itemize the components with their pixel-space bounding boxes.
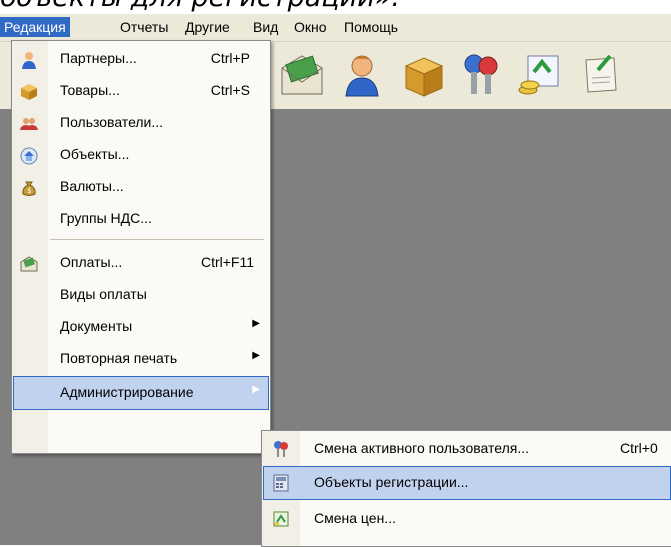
users-icon [20, 115, 38, 133]
coins-icon[interactable] [516, 50, 564, 100]
menu-item-currencies[interactable]: $ Валюты... [14, 171, 268, 203]
menu-bar: Редакция Отчеты Другие Вид Окно Помощь [0, 14, 671, 42]
submenu-arrow-icon: ▶ [252, 384, 260, 395]
price-change-icon [272, 510, 290, 528]
keys-icon[interactable] [456, 50, 504, 100]
menu-item-label: Администрирование [60, 384, 194, 400]
keys-icon [272, 440, 290, 458]
submenu-item-label: Смена цен... [314, 510, 396, 526]
submenu-item-price-change[interactable]: Смена цен... [264, 503, 670, 535]
menu-item-users[interactable]: Пользователи... [14, 107, 268, 139]
scroll-icon[interactable] [576, 50, 624, 100]
menu-item-administration[interactable]: Администрирование ▶ [13, 376, 269, 410]
menu-view[interactable]: Вид [249, 17, 282, 37]
menu-item-payments[interactable]: Оплаты... Ctrl+F11 [14, 247, 268, 279]
menu-item-shortcut: Ctrl+F11 [200, 254, 254, 270]
box-icon [20, 83, 38, 101]
submenu-arrow-icon: ▶ [252, 318, 260, 329]
menu-item-label: Документы [60, 318, 133, 334]
menu-separator [50, 239, 264, 240]
menu-reports[interactable]: Отчеты [116, 17, 172, 37]
menu-item-label: Виды оплаты [60, 286, 147, 302]
house-icon [20, 147, 38, 165]
menu-window[interactable]: Окно [290, 17, 331, 37]
menu-item-label: Оплаты... [60, 254, 123, 270]
menu-item-label: Группы НДС... [60, 210, 152, 226]
partner-icon [20, 51, 38, 69]
menu-item-documents[interactable]: Документы ▶ [14, 311, 268, 343]
submenu-item-shortcut: Ctrl+0 [620, 440, 658, 456]
menu-other[interactable]: Другие [181, 17, 234, 37]
submenu-item-label: Объекты регистрации... [314, 474, 469, 490]
menu-item-partners[interactable]: Партнеры... Ctrl+P [14, 43, 268, 75]
editing-dropdown-menu: Партнеры... Ctrl+P Товары... Ctrl+S Поль… [11, 40, 271, 454]
submenu-item-change-active-user[interactable]: Смена активного пользователя... Ctrl+0 [264, 433, 670, 465]
caption-text: объекты для регистрации». [0, 0, 671, 14]
box-icon[interactable] [400, 50, 448, 100]
menu-item-label: Товары... [60, 82, 120, 98]
menu-item-label: Объекты... [60, 146, 130, 162]
user-icon[interactable] [338, 50, 386, 100]
menu-item-label: Повторная печать [60, 350, 178, 366]
administration-submenu: Смена активного пользователя... Ctrl+0 О… [261, 430, 671, 547]
payment-icon [20, 255, 38, 273]
svg-text:$: $ [27, 187, 31, 195]
menu-item-shortcut: Ctrl+P [210, 50, 250, 66]
menu-item-label: Пользователи... [60, 114, 164, 130]
menu-item-vat-groups[interactable]: Группы НДС... [14, 203, 268, 235]
menu-help[interactable]: Помощь [340, 17, 402, 37]
menu-editing[interactable]: Редакция [0, 17, 70, 37]
menu-item-label: Партнеры... [60, 50, 137, 66]
submenu-arrow-icon: ▶ [252, 350, 260, 361]
submenu-item-label: Смена активного пользователя... [314, 440, 529, 456]
menu-item-objects[interactable]: Объекты... [14, 139, 268, 171]
menu-item-reprint[interactable]: Повторная печать ▶ [14, 343, 268, 375]
menu-item-label: Валюты... [60, 178, 124, 194]
money-bag-icon: $ [20, 179, 38, 197]
money-envelope-icon[interactable] [278, 50, 326, 100]
menu-item-payment-types[interactable]: Виды оплаты [14, 279, 268, 311]
submenu-item-registration-objects[interactable]: Объекты регистрации... [263, 466, 671, 500]
register-icon [272, 474, 290, 492]
menu-item-goods[interactable]: Товары... Ctrl+S [14, 75, 268, 107]
menu-item-shortcut: Ctrl+S [210, 82, 250, 98]
